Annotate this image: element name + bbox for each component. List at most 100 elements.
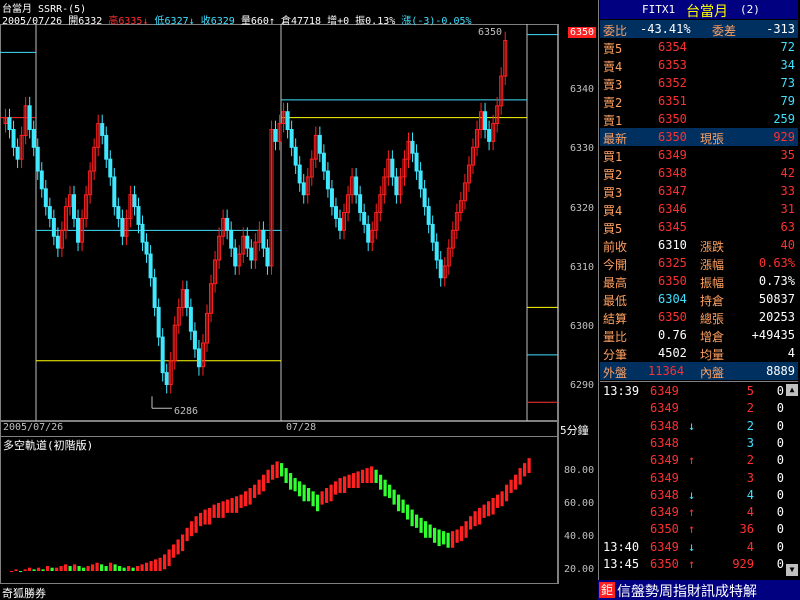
tick-divider xyxy=(600,381,798,382)
stat-label: 今開 xyxy=(603,258,628,272)
bid-row: 買4 6346 31 xyxy=(600,200,798,218)
indicator-bar xyxy=(158,557,162,571)
indicator-bar xyxy=(347,474,351,488)
tick-price: 6349 xyxy=(650,453,679,468)
tick-volume: 3 xyxy=(746,435,754,450)
indicator-bar xyxy=(100,564,104,571)
indicator-bar xyxy=(86,566,90,571)
indicator-bar xyxy=(487,501,491,517)
quote-suffix: (2) xyxy=(740,3,760,16)
tick-price: 6348 xyxy=(650,487,679,502)
ask-row: 賣2 6351 79 xyxy=(600,92,798,110)
tick-price: 6349 xyxy=(650,470,679,485)
stat-row: 分筆 4502 均量 4 xyxy=(600,344,798,362)
indicator-bar xyxy=(68,566,72,571)
indicator-bar xyxy=(181,534,185,552)
tick-extra: 0 xyxy=(776,384,784,398)
indicator-bar xyxy=(298,481,302,497)
price-tick: 6340 xyxy=(570,84,595,95)
tick-row: 13:45 6350 ↑ 929 0 xyxy=(600,556,798,573)
indicator-bar xyxy=(212,504,216,518)
bid-volume: 33 xyxy=(780,184,795,198)
indicator-bar xyxy=(442,531,446,545)
tick-volume: 929 xyxy=(732,557,754,571)
stat-value: 20253 xyxy=(758,310,795,324)
tick-arrow-icon: ↑ xyxy=(688,505,696,520)
ask-volume: 79 xyxy=(780,94,795,108)
scroll-up-icon[interactable]: ▲ xyxy=(786,384,798,396)
indicator-bar xyxy=(433,527,437,543)
diff-value: -313 xyxy=(766,22,795,36)
indicator-bar xyxy=(455,529,459,543)
bid-price: 6345 xyxy=(658,220,687,234)
bid-volume: 35 xyxy=(780,148,795,162)
stat-label: 均量 xyxy=(700,348,725,362)
indicator-bar xyxy=(77,566,81,571)
indicator-bar xyxy=(374,469,378,484)
tick-extra: 0 xyxy=(776,505,784,520)
tick-arrow-icon: ↓ xyxy=(688,539,696,554)
bid-row: 買5 6345 63 xyxy=(600,218,798,236)
tick-time: 13:40 xyxy=(603,539,640,554)
indicator-bar xyxy=(424,521,428,538)
indicator-bar xyxy=(523,463,527,477)
tick-price: 6348 xyxy=(650,435,679,450)
indicator-bar xyxy=(64,564,68,571)
price-tick: 6300 xyxy=(570,321,595,332)
tick-row: 13:39 6349 5 0 xyxy=(600,383,798,400)
indicator-bar xyxy=(491,497,495,515)
timeframe-label[interactable]: 5分鐘 xyxy=(560,422,589,438)
indicator-bar xyxy=(352,473,356,488)
indicator-bar xyxy=(266,469,270,484)
stat-row: 今開 6325 漲幅 0.63% xyxy=(600,254,798,272)
indicator-bar xyxy=(280,463,284,477)
indicator-bar xyxy=(428,524,432,538)
stat-label: 量比 xyxy=(603,330,628,344)
indicator-bar xyxy=(311,491,315,507)
indicator-bar xyxy=(46,566,50,571)
stat-label: 最高 xyxy=(603,276,628,290)
ask-label: 賣5 xyxy=(603,42,623,56)
bid-label: 買5 xyxy=(603,222,623,236)
indicator-bar xyxy=(14,569,18,571)
indicator-bar xyxy=(230,497,234,513)
news-banner[interactable]: 鉅 信盤勢周指財訊成特解 xyxy=(598,580,800,600)
tick-extra: 0 xyxy=(776,557,784,571)
stat-value: 6304 xyxy=(658,292,687,306)
tick-extra: 0 xyxy=(776,435,784,450)
indicator-bar xyxy=(509,479,513,493)
bid-row: 買2 6348 42 xyxy=(600,164,798,182)
tick-volume: 4 xyxy=(746,487,754,502)
indicator-bar xyxy=(221,501,225,518)
tick-extra: 0 xyxy=(776,453,784,468)
indicator-bar xyxy=(316,494,320,512)
indicator-bar xyxy=(379,474,383,490)
indicator-bar xyxy=(55,567,59,571)
indicator-chart[interactable] xyxy=(0,0,558,600)
price-axis-divider xyxy=(558,24,559,584)
tick-price: 6349 xyxy=(650,505,679,520)
indicator-bar xyxy=(59,566,63,571)
indicator-bar xyxy=(113,564,117,571)
ask-price: 6354 xyxy=(658,40,687,54)
bid-price: 6347 xyxy=(658,184,687,198)
last-vol-label: 現張 xyxy=(700,132,725,146)
price-tick: 6310 xyxy=(570,262,595,273)
stat-label: 漲幅 xyxy=(700,258,725,272)
quote-divider xyxy=(598,0,599,600)
stat-label: 前收 xyxy=(603,240,628,254)
scroll-down-icon[interactable]: ▼ xyxy=(786,564,798,576)
price-tick: 6330 xyxy=(570,143,595,154)
tick-extra: 0 xyxy=(776,418,784,433)
bid-price: 6346 xyxy=(658,202,687,216)
ask-label: 賣2 xyxy=(603,96,623,110)
tick-row: 6348 ↓ 2 0 xyxy=(600,418,798,435)
ask-volume: 72 xyxy=(780,40,795,54)
indicator-bar xyxy=(505,484,509,502)
indicator-bar xyxy=(451,531,455,548)
tick-extra: 0 xyxy=(776,539,784,554)
stat-value: 6310 xyxy=(658,238,687,252)
banner-badge-icon: 鉅 xyxy=(599,582,615,598)
diff-label: 委差 xyxy=(712,24,737,38)
tick-volume: 36 xyxy=(739,522,754,537)
